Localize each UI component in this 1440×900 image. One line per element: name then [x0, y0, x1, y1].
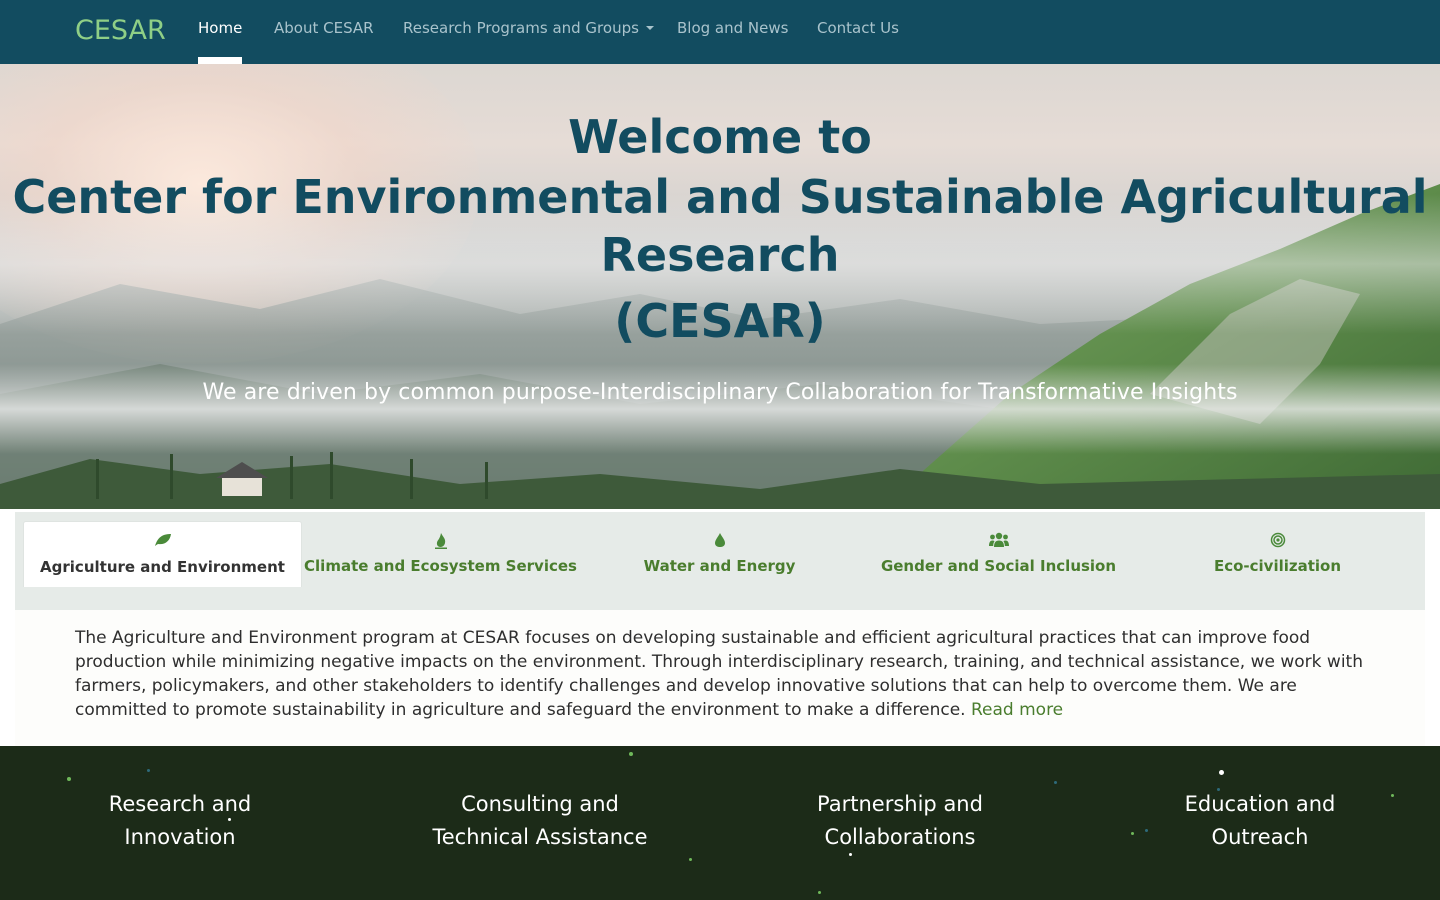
- decorative-particle: [818, 891, 821, 894]
- nav-item-contact[interactable]: Contact Us: [817, 19, 899, 37]
- hero-title-acronym: (CESAR): [614, 294, 826, 348]
- leaf-icon: [24, 533, 301, 551]
- service-title-line-2: Technical Assistance: [432, 825, 648, 849]
- brand-logo[interactable]: CESAR: [75, 15, 166, 46]
- tab-water-energy[interactable]: Water and Energy: [580, 521, 859, 587]
- tab-label: Eco-civilization: [1213, 557, 1342, 575]
- tab-eco-civilization[interactable]: Eco-civilization: [1138, 521, 1417, 587]
- bullseye-icon: [1138, 532, 1417, 550]
- service-consulting[interactable]: Consulting and Technical Assistance: [380, 788, 700, 854]
- program-tabs: Agriculture and Environment Climate and …: [15, 512, 1425, 610]
- tab-agriculture-environment[interactable]: Agriculture and Environment: [23, 521, 302, 587]
- services-section: Research and Innovation Consulting and T…: [0, 746, 1440, 900]
- decorative-particle: [147, 769, 150, 772]
- nav-item-home[interactable]: Home: [198, 19, 242, 37]
- nav-item-about[interactable]: About CESAR: [274, 19, 374, 37]
- hero-subtitle: We are driven by common purpose-Interdis…: [202, 380, 1238, 405]
- program-description-text: The Agriculture and Environment program …: [75, 628, 1363, 720]
- tab-label: Climate and Ecosystem Services: [304, 557, 577, 575]
- tab-content-panel: The Agriculture and Environment program …: [15, 610, 1425, 746]
- decorative-particle: [689, 858, 692, 861]
- caret-down-icon: [645, 25, 654, 30]
- service-title-line-1: Research and: [108, 792, 252, 816]
- service-title-line-2: Innovation: [124, 825, 236, 849]
- service-title-line-1: Consulting and: [461, 792, 619, 816]
- nav-item-blog[interactable]: Blog and News: [677, 19, 788, 37]
- service-title-line-2: Collaborations: [824, 825, 976, 849]
- read-more-link[interactable]: Read more: [971, 700, 1063, 720]
- top-navbar: CESAR Home About CESAR Research Programs…: [0, 0, 1440, 64]
- tab-climate-ecosystem[interactable]: Climate and Ecosystem Services: [303, 521, 578, 587]
- nav-item-research-programs[interactable]: Research Programs and Groups: [403, 19, 654, 37]
- decorative-particle: [1054, 781, 1057, 784]
- tab-label: Agriculture and Environment: [40, 558, 285, 576]
- decorative-particle: [67, 777, 71, 781]
- decorative-particle: [629, 752, 633, 756]
- program-description: The Agriculture and Environment program …: [75, 626, 1375, 722]
- users-icon: [859, 532, 1138, 550]
- service-research-innovation[interactable]: Research and Innovation: [20, 788, 340, 854]
- hero-title-line-1: Welcome to: [568, 110, 872, 164]
- service-title-line-2: Outreach: [1211, 825, 1309, 849]
- service-education-outreach[interactable]: Education and Outreach: [1100, 788, 1420, 854]
- nav-active-indicator: [198, 57, 242, 64]
- service-title-line-1: Education and: [1184, 792, 1336, 816]
- tab-label: Gender and Social Inclusion: [880, 557, 1117, 575]
- service-title-line-1: Partnership and: [817, 792, 983, 816]
- tab-label: Water and Energy: [643, 557, 796, 575]
- hero-title-line-2: Center for Environmental and Sustainable…: [12, 170, 1428, 224]
- service-partnership[interactable]: Partnership and Collaborations: [740, 788, 1060, 854]
- decorative-particle: [1219, 770, 1224, 775]
- hero-title-line-3: Research: [600, 228, 840, 282]
- fire-icon: [303, 532, 578, 550]
- hero-banner: Welcome to Center for Environmental and …: [0, 64, 1440, 509]
- nav-item-research-programs-label: Research Programs and Groups: [403, 19, 639, 37]
- tab-gender-inclusion[interactable]: Gender and Social Inclusion: [859, 521, 1138, 587]
- water-drop-icon: [580, 532, 859, 550]
